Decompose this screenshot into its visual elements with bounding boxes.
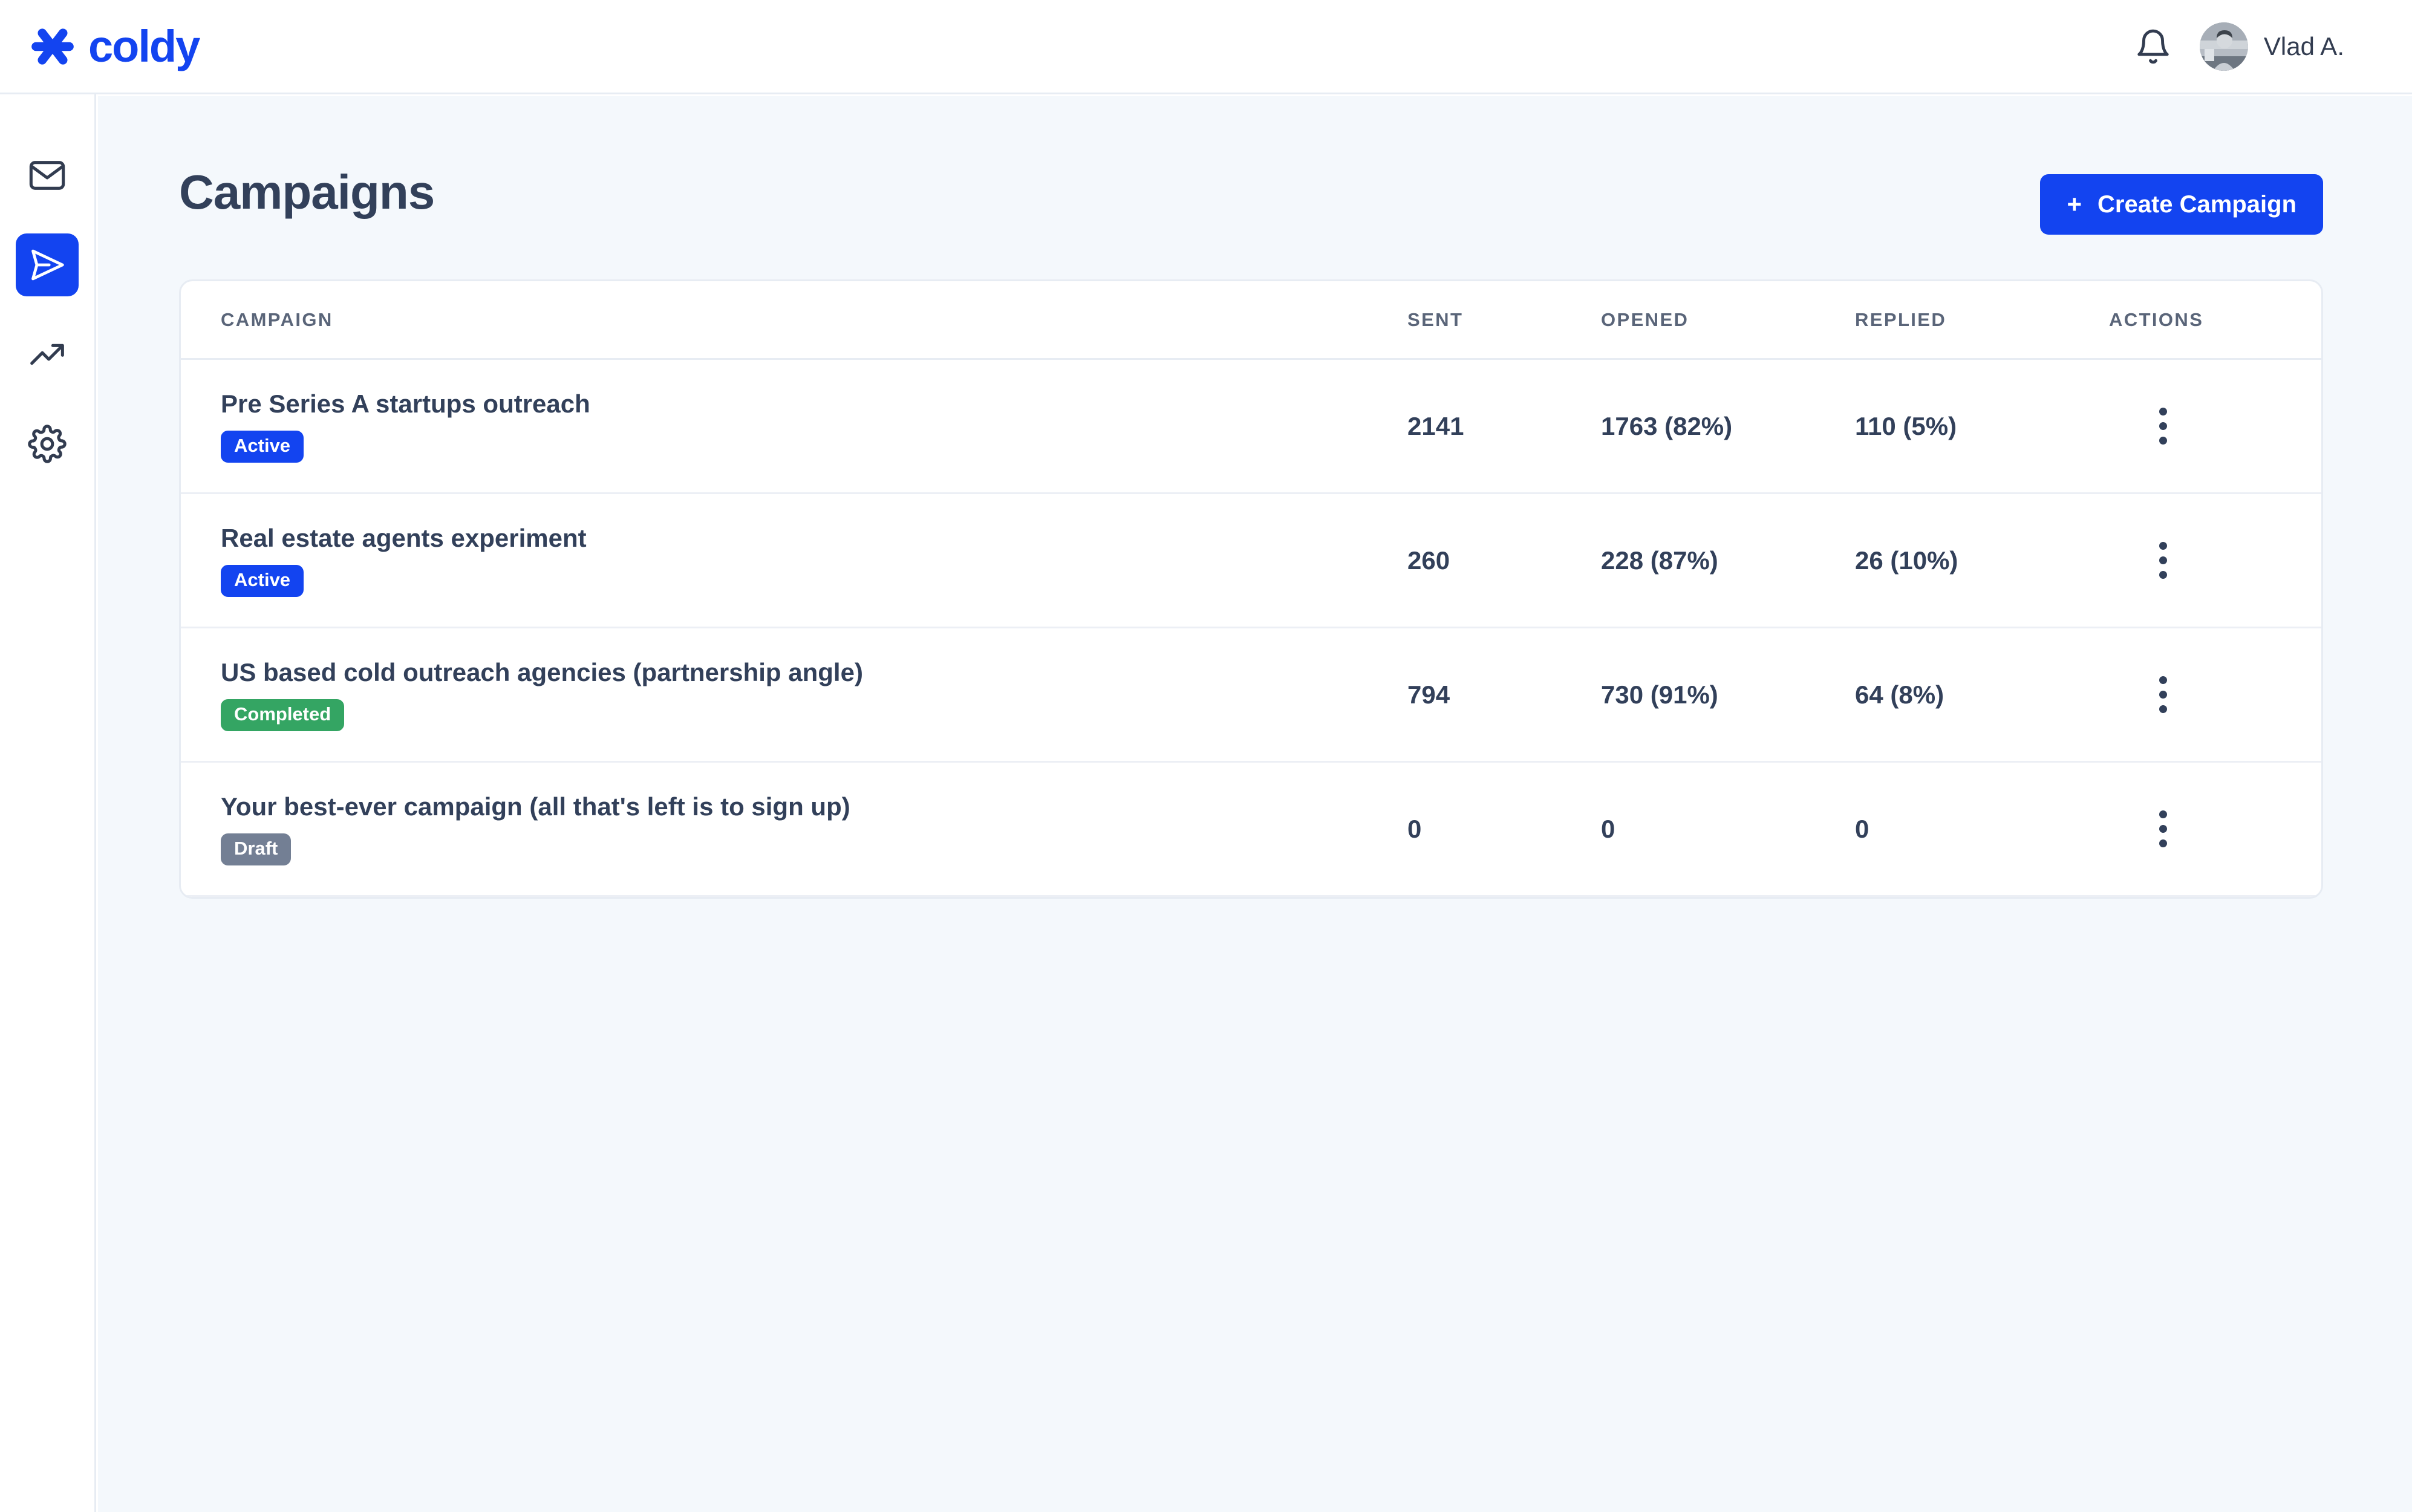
sidebar-item-settings[interactable] — [16, 412, 79, 475]
column-header-replied: REPLIED — [1855, 308, 1947, 330]
envelope-icon — [29, 161, 65, 190]
logo-wordmark: coldy — [88, 21, 200, 71]
column-header-actions: ACTIONS — [2109, 308, 2204, 330]
column-header-opened: OPENED — [1601, 308, 1689, 330]
campaign-cell: Real estate agents experiment Active — [221, 524, 1407, 597]
trending-up-icon — [30, 344, 64, 365]
top-header-bar: coldy Vlad A. — [0, 0, 2412, 94]
avatar — [2199, 22, 2248, 71]
user-name-label: Vlad A. — [2263, 31, 2344, 60]
status-badge: Draft — [221, 833, 292, 865]
sent-value: 794 — [1407, 680, 1450, 709]
column-header-sent: SENT — [1407, 308, 1464, 330]
left-sidebar — [0, 94, 96, 1512]
campaign-name: US based cold outreach agencies (partner… — [221, 658, 863, 687]
replied-value: 0 — [1855, 814, 1869, 843]
campaign-cell: Your best-ever campaign (all that's left… — [221, 792, 1407, 865]
replied-value: 26 (10%) — [1855, 546, 1958, 575]
table-row[interactable]: US based cold outreach agencies (partner… — [181, 628, 2321, 763]
create-campaign-label: Create Campaign — [2097, 191, 2296, 218]
kebab-menu-icon[interactable] — [2136, 533, 2190, 588]
sent-value: 260 — [1407, 546, 1450, 575]
status-badge: Completed — [221, 699, 345, 731]
actions-cell — [2109, 802, 2290, 856]
user-avatar — [2199, 22, 2248, 71]
asterisk-icon — [31, 28, 74, 65]
column-header-campaign: CAMPAIGN — [221, 308, 333, 330]
sent-value: 0 — [1407, 814, 1422, 843]
campaign-cell: US based cold outreach agencies (partner… — [221, 658, 1407, 731]
status-badge: Active — [221, 431, 304, 463]
replied-value: 110 (5%) — [1855, 411, 1957, 440]
table-row[interactable]: Pre Series A startups outreach Active 21… — [181, 360, 2321, 494]
kebab-menu-icon[interactable] — [2136, 802, 2190, 856]
actions-cell — [2109, 668, 2290, 722]
campaigns-table: CAMPAIGN SENT OPENED REPLIED ACTIONS Pre… — [181, 281, 2321, 897]
opened-value: 1763 (82%) — [1601, 411, 1733, 440]
page-title: Campaigns — [179, 165, 435, 219]
table-header-row: CAMPAIGN SENT OPENED REPLIED ACTIONS — [181, 281, 2321, 360]
actions-cell — [2109, 399, 2290, 454]
campaign-name: Pre Series A startups outreach — [221, 389, 590, 419]
header-actions: Vlad A. — [2134, 22, 2344, 71]
opened-value: 0 — [1601, 814, 1615, 843]
user-menu[interactable]: Vlad A. — [2199, 22, 2344, 71]
campaigns-card: CAMPAIGN SENT OPENED REPLIED ACTIONS Pre… — [179, 279, 2323, 899]
status-badge: Active — [221, 565, 304, 597]
campaign-name: Your best-ever campaign (all that's left… — [221, 792, 850, 821]
create-campaign-button[interactable]: + Create Campaign — [2040, 174, 2323, 235]
send-icon — [31, 249, 64, 281]
gear-icon — [28, 425, 67, 463]
sent-value: 2141 — [1407, 411, 1464, 440]
table-row[interactable]: Your best-ever campaign (all that's left… — [181, 763, 2321, 897]
kebab-menu-icon[interactable] — [2136, 399, 2190, 454]
opened-value: 730 (91%) — [1601, 680, 1718, 709]
main-content: Campaigns + Create Campaign CAMPAIGN SEN… — [98, 96, 2412, 1512]
sidebar-item-campaigns[interactable] — [16, 233, 79, 296]
table-row[interactable]: Real estate agents experiment Active 260… — [181, 494, 2321, 628]
sidebar-item-analytics[interactable] — [16, 323, 79, 386]
kebab-menu-icon[interactable] — [2136, 668, 2190, 722]
bell-icon[interactable] — [2134, 28, 2172, 65]
app-logo[interactable]: coldy — [27, 21, 200, 73]
replied-value: 64 (8%) — [1855, 680, 1944, 709]
sidebar-item-inbox[interactable] — [16, 144, 79, 207]
campaign-name: Real estate agents experiment — [221, 524, 587, 553]
page-header: Campaigns + Create Campaign — [179, 165, 2323, 235]
opened-value: 228 (87%) — [1601, 546, 1718, 575]
campaign-cell: Pre Series A startups outreach Active — [221, 389, 1407, 463]
plus-icon: + — [2067, 190, 2082, 218]
actions-cell — [2109, 533, 2290, 588]
